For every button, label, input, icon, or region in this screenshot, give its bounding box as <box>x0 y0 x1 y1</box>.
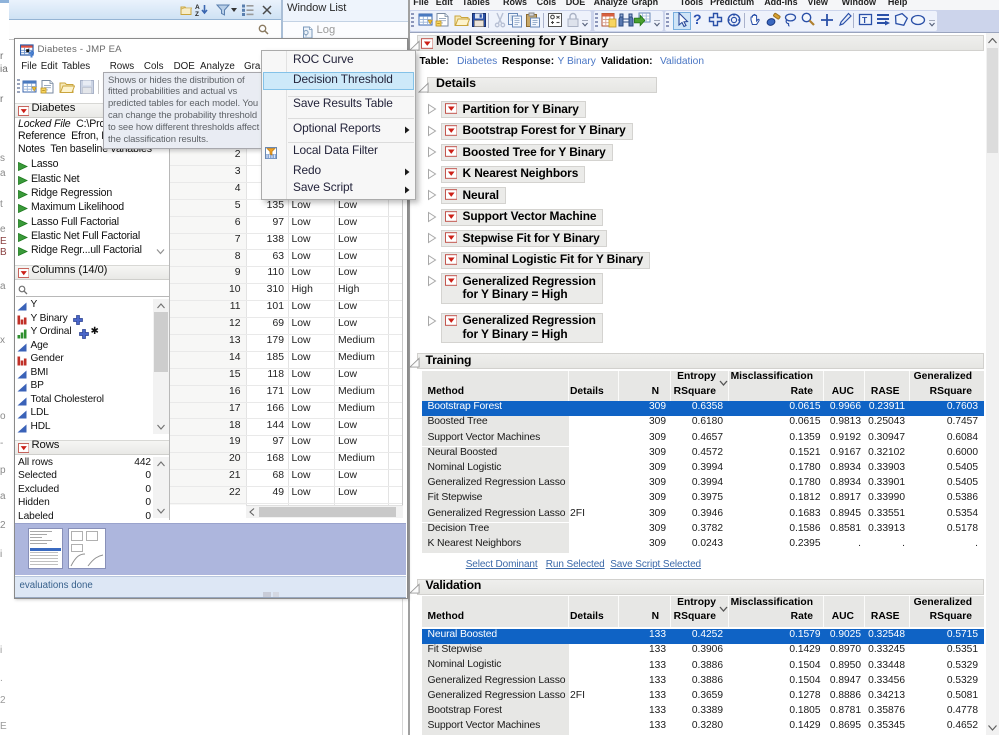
svg-text:A: A <box>195 4 200 11</box>
svg-text:T: T <box>862 15 868 25</box>
svg-text:Z: Z <box>195 11 199 17</box>
